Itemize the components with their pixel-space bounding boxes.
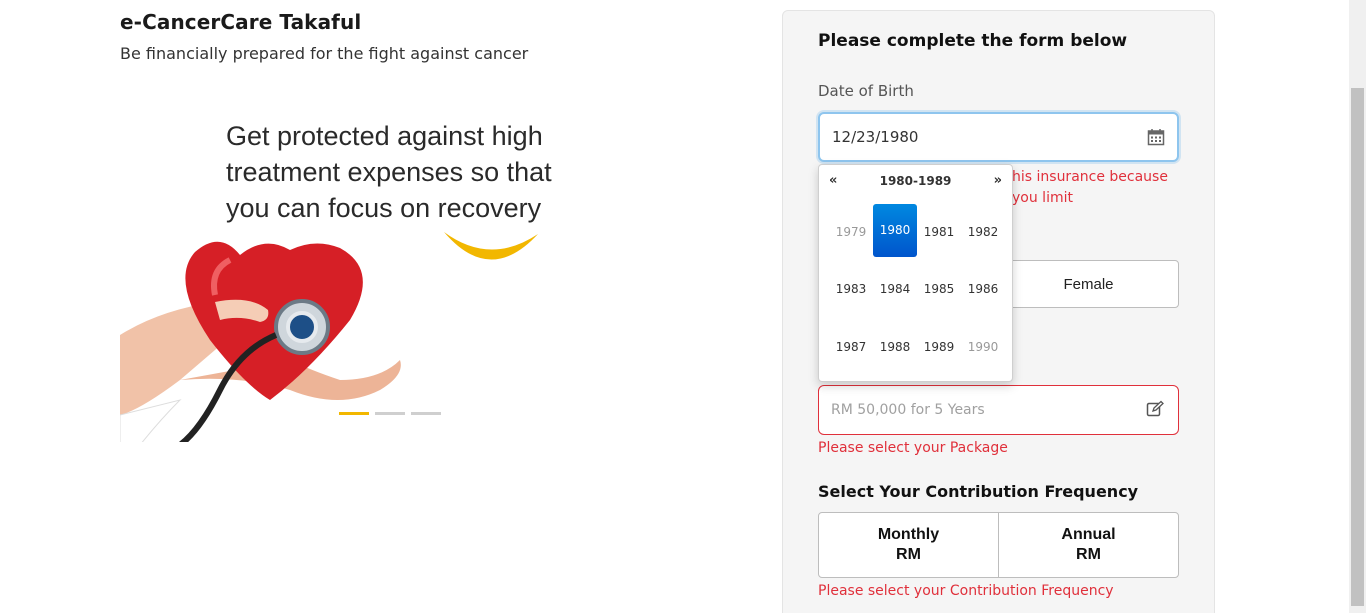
year-datepicker: « 1980-1989 » 1979 1980 1981 1982 1983 1984 19… (818, 164, 1013, 382)
package-placeholder: RM 50,000 for 5 Years (831, 402, 985, 418)
product-subtitle: Be financially prepared for the fight ag… (120, 44, 529, 63)
smile-logo-icon (444, 232, 538, 260)
datepicker-next-button[interactable]: » (994, 173, 1002, 188)
package-error: Please select your Package (818, 440, 1008, 456)
carousel-indicators (339, 412, 441, 415)
datepicker-year-1990[interactable]: 1990 (961, 318, 1005, 376)
datepicker-year-1987[interactable]: 1987 (829, 318, 873, 376)
frequency-label: Select Your Contribution Frequency (818, 482, 1139, 501)
datepicker-year-1985[interactable]: 1985 (917, 261, 961, 319)
package-input[interactable]: RM 50,000 for 5 Years (818, 385, 1179, 435)
dob-input[interactable]: 12/23/1980 (818, 112, 1179, 162)
frequency-error: Please select your Contribution Frequenc… (818, 583, 1114, 599)
hero-headline: Get protected against high treatment exp… (226, 121, 552, 223)
frequency-option-monthly[interactable]: Monthly RM (819, 513, 998, 577)
dob-label: Date of Birth (818, 82, 914, 100)
carousel-dot-1[interactable] (339, 412, 369, 415)
datepicker-year-grid: 1979 1980 1981 1982 1983 1984 1985 1986 1987 1988… (829, 203, 1005, 376)
scrollbar[interactable] (1349, 0, 1366, 613)
carousel-dot-2[interactable] (375, 412, 405, 415)
datepicker-year-1979[interactable]: 1979 (829, 203, 873, 261)
frequency-selector: Monthly RM Annual RM (818, 512, 1179, 578)
datepicker-year-1983[interactable]: 1983 (829, 261, 873, 319)
frequency-period: Annual (1061, 526, 1116, 543)
datepicker-year-1982[interactable]: 1982 (961, 203, 1005, 261)
frequency-period: Monthly (877, 526, 940, 543)
calendar-icon[interactable] (1147, 128, 1165, 146)
dob-value: 12/23/1980 (832, 128, 919, 146)
datepicker-year-1989[interactable]: 1989 (917, 318, 961, 376)
frequency-amount: RM (1076, 546, 1101, 563)
product-title: e-CancerCare Takaful (120, 10, 362, 34)
carousel-dot-3[interactable] (411, 412, 441, 415)
datepicker-year-1988[interactable]: 1988 (873, 318, 917, 376)
frequency-option-annual[interactable]: Annual RM (998, 513, 1178, 577)
datepicker-year-1980[interactable]: 1980 (873, 204, 917, 257)
frequency-amount: RM (896, 546, 921, 563)
datepicker-header: « 1980-1989 » (819, 173, 1012, 193)
datepicker-year-1984[interactable]: 1984 (873, 261, 917, 319)
edit-icon[interactable] (1146, 400, 1164, 418)
datepicker-year-1986[interactable]: 1986 (961, 261, 1005, 319)
dob-error-message: his insurance because you limit (1012, 169, 1168, 206)
datepicker-year-1981[interactable]: 1981 (917, 203, 961, 261)
hero-banner: Get protected against high treatment exp… (120, 110, 580, 442)
form-title: Please complete the form below (818, 31, 1128, 51)
scrollbar-thumb[interactable] (1351, 88, 1364, 606)
datepicker-range[interactable]: 1980-1989 (819, 174, 1012, 188)
page: e-CancerCare Takaful Be financially prep… (0, 0, 1366, 613)
gender-option-female[interactable]: Female (998, 261, 1178, 307)
